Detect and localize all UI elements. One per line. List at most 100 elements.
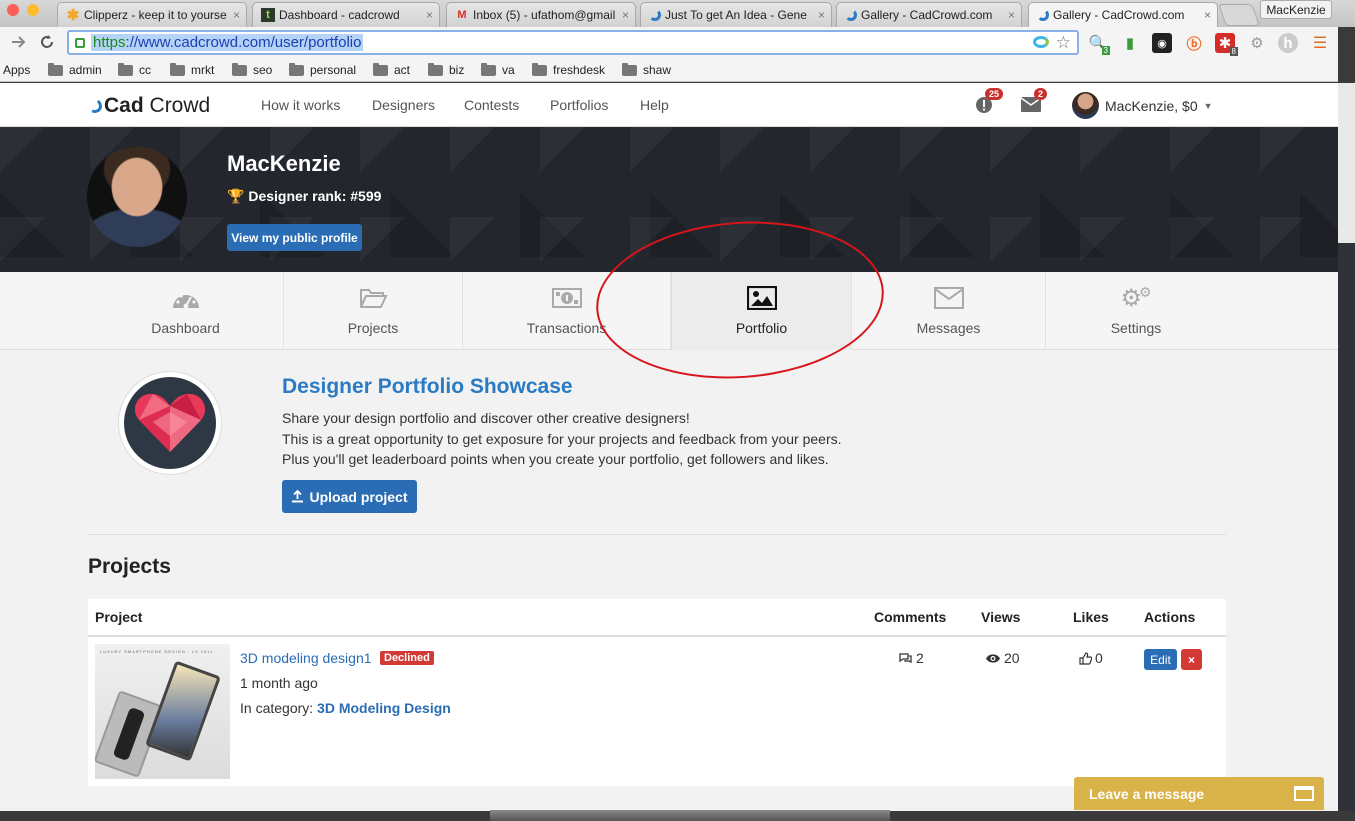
tab-portfolio[interactable]: Portfolio [671, 272, 852, 350]
bookmark-folder-freshdesk[interactable]: freshdesk [532, 62, 605, 77]
nav-link-portfolios[interactable]: Portfolios [550, 97, 608, 113]
bookmark-folder-seo[interactable]: seo [232, 62, 272, 77]
background-window [1338, 83, 1355, 811]
column-header-likes: Likes [1073, 609, 1109, 625]
upload-project-button[interactable]: Upload project [282, 480, 417, 513]
tab-close-icon[interactable]: × [818, 8, 825, 22]
browser-tab-5[interactable]: Gallery - CadCrowd.com × [836, 2, 1022, 27]
envelope-outline-icon [933, 284, 964, 312]
edit-button[interactable]: Edit [1144, 649, 1177, 670]
messages-button[interactable]: 2 [1020, 88, 1048, 115]
tab-close-icon[interactable]: × [233, 8, 240, 22]
cadcrowd-icon [649, 9, 661, 21]
window-minimize-button[interactable] [27, 4, 39, 16]
money-icon [551, 284, 582, 312]
lastpass-extension-icon[interactable]: ✱ 8 [1215, 33, 1238, 56]
bookmark-folder-act[interactable]: act [373, 62, 410, 77]
leave-message-widget[interactable]: Leave a message [1074, 777, 1324, 810]
project-title-link[interactable]: 3D modeling design1 [240, 650, 372, 666]
thumbs-up-icon [1079, 651, 1092, 665]
tab-transactions[interactable]: Transactions [463, 272, 671, 350]
lock-icon [75, 37, 85, 48]
bookmark-folder-personal[interactable]: personal [289, 62, 356, 77]
column-header-comments: Comments [874, 609, 947, 625]
browser-toolbar: https://www.cadcrowd.com/user/portfolio … [0, 27, 1338, 60]
tab-close-icon[interactable]: × [622, 8, 629, 22]
bookmark-folder-biz[interactable]: biz [428, 62, 464, 77]
tab-close-icon[interactable]: × [426, 8, 433, 22]
views-count: 20 [985, 650, 1020, 666]
evernote-extension-icon[interactable]: ▮ [1120, 33, 1140, 53]
table-header-divider [88, 635, 1226, 637]
reload-button[interactable] [38, 33, 56, 56]
profile-name: MacKenzie [227, 151, 341, 176]
bookmark-folder-shaw[interactable]: shaw [622, 62, 671, 77]
nav-link-contests[interactable]: Contests [464, 97, 519, 113]
bookmarks-bar: Apps admin cc mrkt seo personal act biz va fresh… [0, 60, 1338, 82]
gmail-icon: M [457, 9, 467, 21]
tab-close-icon[interactable]: × [1008, 8, 1015, 22]
profile-tabs: Dashboard Projects Transactions Portfoli… [0, 272, 1338, 350]
browser-tab-2[interactable]: t Dashboard - cadcrowd × [252, 2, 440, 27]
tab-close-icon[interactable]: × [1204, 8, 1211, 22]
owl-extension-icon[interactable]: ◉ [1152, 33, 1172, 53]
h-extension-icon[interactable]: h [1278, 33, 1298, 53]
alerts-button[interactable]: 25 [976, 88, 1004, 116]
forward-button[interactable] [10, 33, 28, 56]
bookmark-folder-mrkt[interactable]: mrkt [170, 62, 214, 77]
folder-icon [232, 62, 247, 76]
browser-tab-3[interactable]: M Inbox (5) - ufathom@gmail × [446, 2, 636, 27]
address-bar[interactable]: https://www.cadcrowd.com/user/portfolio … [67, 30, 1079, 55]
bookmark-apps[interactable]: Apps [3, 63, 30, 77]
folder-icon [48, 62, 63, 76]
site-header: Cad Crowd How it works Designers Contests P… [0, 83, 1338, 127]
bookmark-folder-admin[interactable]: admin [48, 62, 102, 77]
magnifier-extension-icon[interactable]: 🔍 3 [1088, 33, 1110, 55]
designer-rank: 🏆 Designer rank: #599 [227, 188, 382, 204]
bookmark-folder-cc[interactable]: cc [118, 62, 151, 77]
tab-messages[interactable]: Messages [852, 272, 1046, 350]
browser-tab-label: Inbox (5) - ufathom@gmail [473, 8, 616, 22]
browser-tab-1[interactable]: ✱ Clipperz - keep it to yourse × [57, 2, 247, 27]
alerts-badge: 25 [985, 88, 1004, 100]
cadcrowd-logo[interactable]: Cad Crowd [86, 94, 210, 118]
section-divider [88, 534, 1226, 535]
b-extension-icon[interactable]: ⓑ [1184, 33, 1204, 53]
showcase-title: Designer Portfolio Showcase [282, 375, 573, 398]
browser-tab-6[interactable]: Gallery - CadCrowd.com × [1028, 2, 1218, 27]
window-close-button[interactable] [7, 4, 19, 16]
bookmark-folder-va[interactable]: va [481, 62, 515, 77]
user-menu[interactable]: MacKenzie, $0 ▼ [1072, 92, 1213, 119]
nav-link-how-it-works[interactable]: How it works [261, 97, 340, 113]
browser-tab-label: Just To get An Idea - Gene [665, 8, 807, 22]
bookmark-star-icon[interactable]: ☆ [1056, 33, 1071, 53]
new-tab-button[interactable] [1217, 4, 1261, 26]
avatar [1072, 92, 1099, 119]
browser-tab-4[interactable]: Just To get An Idea - Gene × [640, 2, 832, 27]
browser-profile-button[interactable]: MacKenzie [1260, 0, 1332, 19]
dashboard-icon [171, 284, 201, 312]
delete-button[interactable]: × [1181, 649, 1202, 670]
extension-ring-icon[interactable] [1033, 36, 1049, 48]
heart-icon [135, 393, 205, 452]
arrow-right-icon [12, 36, 26, 48]
upload-icon [292, 490, 304, 503]
profile-hero: MacKenzie 🏆 Designer rank: #599 View my … [0, 127, 1338, 272]
folder-icon [532, 62, 547, 76]
nav-link-help[interactable]: Help [640, 97, 669, 113]
logo-mark-icon [86, 97, 104, 115]
chat-window-icon [1294, 786, 1314, 801]
gear-extension-icon[interactable]: ⚙ [1247, 33, 1267, 53]
nav-link-designers[interactable]: Designers [372, 97, 435, 113]
folder-open-icon [358, 284, 388, 312]
project-thumbnail[interactable]: LUXURY SMARTPHONE DESIGN : L5.1511 [95, 644, 230, 779]
tab-projects[interactable]: Projects [284, 272, 463, 350]
menu-icon[interactable]: ☰ [1310, 33, 1330, 53]
tab-dashboard[interactable]: Dashboard [88, 272, 284, 350]
category-link[interactable]: 3D Modeling Design [317, 700, 451, 716]
tc-icon: t [261, 8, 275, 22]
cadcrowd-icon [1037, 9, 1049, 21]
tab-settings[interactable]: ⚙ ⚙ Settings [1046, 272, 1226, 350]
view-public-profile-button[interactable]: View my public profile [227, 224, 362, 251]
folder-icon [428, 62, 443, 76]
